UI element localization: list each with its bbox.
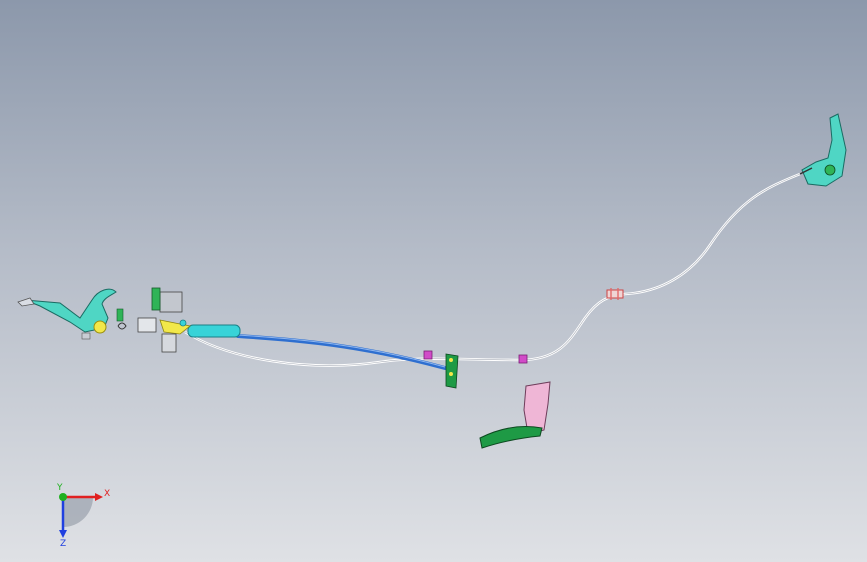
center-mechanism[interactable] xyxy=(137,287,191,353)
cable-sleeve[interactable] xyxy=(236,334,447,370)
mid-bracket[interactable] xyxy=(445,353,459,389)
right-lever[interactable] xyxy=(801,113,847,187)
z-axis-arrow xyxy=(59,530,67,538)
green-pedal-arm[interactable] xyxy=(479,425,543,449)
left-cable-end xyxy=(17,297,35,307)
cable-connector[interactable] xyxy=(606,288,624,300)
mechanism-pivot xyxy=(179,319,187,327)
brake-cable[interactable] xyxy=(184,172,801,367)
left-bolt xyxy=(81,332,91,340)
triad-quadrant xyxy=(63,497,93,527)
z-axis-label: Z xyxy=(60,539,66,549)
cad-viewport[interactable]: X Y Z xyxy=(0,0,867,562)
cable-clip-2[interactable] xyxy=(518,354,528,364)
left-spring xyxy=(117,322,127,330)
left-clip xyxy=(116,308,124,322)
brake-cable-outline xyxy=(184,173,801,366)
sleeve-boot[interactable] xyxy=(187,324,241,338)
mechanism-grid xyxy=(137,317,157,333)
right-lever-assembly[interactable] xyxy=(799,113,847,187)
pedal-assembly[interactable] xyxy=(479,381,551,449)
mechanism-bracket xyxy=(151,287,161,311)
right-lever-pivot xyxy=(824,164,836,176)
x-axis-arrow xyxy=(95,493,103,501)
left-lever-assembly[interactable] xyxy=(17,288,127,340)
y-axis-dot xyxy=(59,493,67,501)
mechanism-plate[interactable] xyxy=(159,291,183,313)
cable-clip-1[interactable] xyxy=(423,350,433,360)
y-axis-label: Y xyxy=(56,483,63,493)
axis-triad: X Y Z xyxy=(56,483,110,549)
left-lever-ball xyxy=(93,320,107,334)
x-axis-label: X xyxy=(104,489,110,499)
assembly-model[interactable]: X Y Z xyxy=(0,0,867,562)
mechanism-block xyxy=(161,333,177,353)
